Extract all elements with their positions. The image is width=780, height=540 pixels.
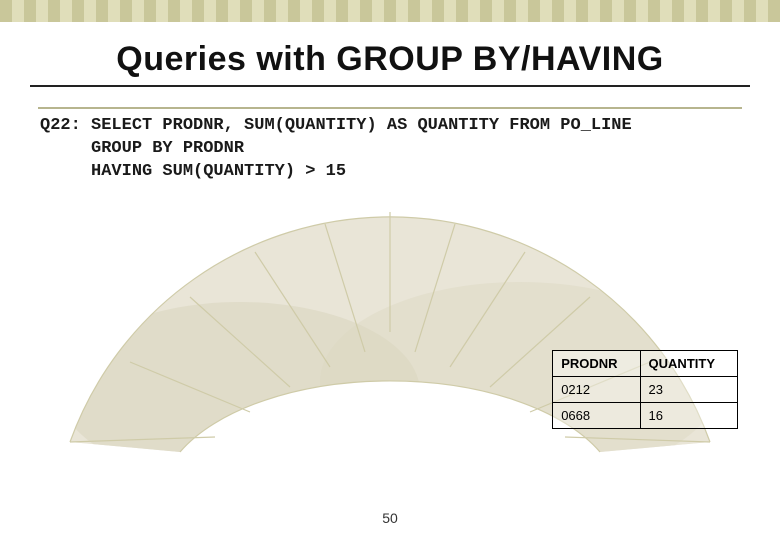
cell-quantity: 16 [640, 403, 737, 429]
page-title: Queries with GROUP BY/HAVING [0, 22, 780, 85]
slide-content: Queries with GROUP BY/HAVING Q22: SELECT… [0, 22, 780, 540]
title-underline [30, 85, 750, 87]
result-table: PRODNR QUANTITY 0212 23 0668 16 [552, 350, 738, 429]
cell-quantity: 23 [640, 377, 737, 403]
cell-prodnr: 0212 [553, 377, 640, 403]
query-line1: SELECT PRODNR, SUM(QUANTITY) AS QUANTITY… [91, 116, 632, 135]
table-header-row: PRODNR QUANTITY [553, 351, 738, 377]
table-row: 0212 23 [553, 377, 738, 403]
col-header-quantity: QUANTITY [640, 351, 737, 377]
table-row: 0668 16 [553, 403, 738, 429]
cell-prodnr: 0668 [553, 403, 640, 429]
page-number: 50 [0, 510, 780, 526]
decorative-top-bar [0, 0, 780, 22]
col-header-prodnr: PRODNR [553, 351, 640, 377]
query-label: Q22: [40, 116, 81, 135]
sql-query-block: Q22: SELECT PRODNR, SUM(QUANTITY) AS QUA… [40, 115, 740, 184]
query-line3: HAVING SUM(QUANTITY) > 15 [91, 162, 346, 181]
query-line2: GROUP BY PRODNR [91, 139, 244, 158]
accent-line [38, 107, 742, 109]
